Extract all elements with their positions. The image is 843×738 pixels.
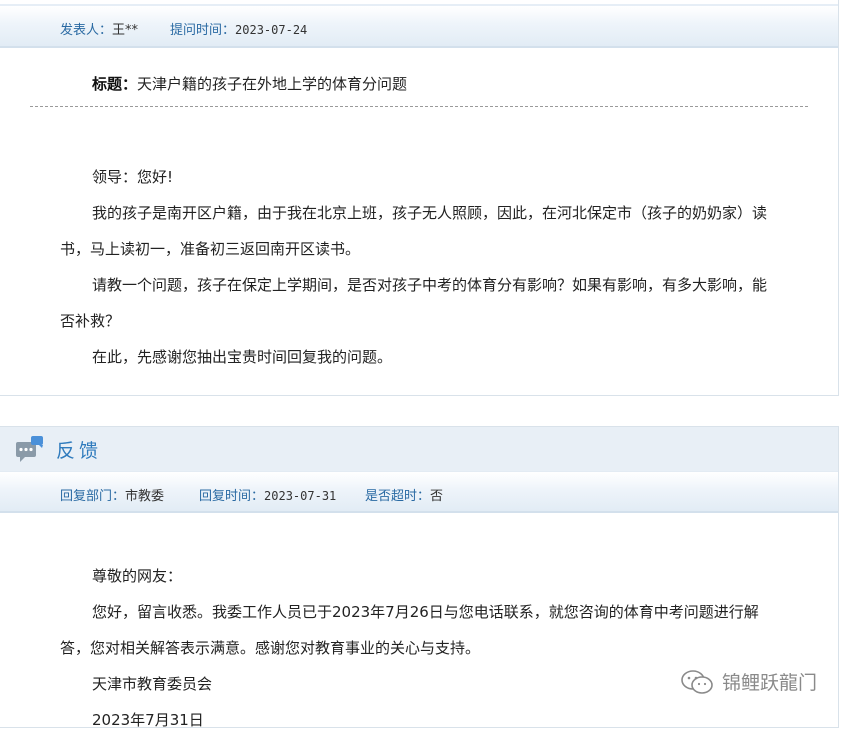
question-paragraph: 我的孩子是南开区户籍，由于我在北京上班，孩子无人照顾，因此，在河北保定市（孩子的… (60, 204, 768, 258)
feedback-meta-bar: 回复部门：市教委 回复时间：2023-07-31 是否超时：否 (0, 471, 838, 513)
overdue-value: 否 (430, 489, 444, 504)
dept-label: 回复部门： (60, 489, 126, 504)
feedback-header: 反馈 (0, 427, 838, 471)
poster-value: 王** (112, 23, 139, 38)
wechat-icon (681, 669, 713, 694)
title-divider (30, 106, 808, 107)
title-value: 天津户籍的孩子在外地上学的体育分问题 (137, 75, 408, 93)
question-time-value: 2023-07-24 (235, 23, 308, 37)
watermark-text: 锦鲤跃龍门 (721, 672, 817, 694)
feedback-paragraph: 您好，留言收悉。我委工作人员已于2023年7月26日与您电话联系，就您咨询的体育… (60, 603, 759, 657)
question-time-label: 提问时间： (170, 23, 236, 38)
chat-bubble-icon (16, 436, 43, 462)
poster-field: 发表人：王** (60, 19, 138, 38)
reply-time-value: 2023-07-31 (264, 489, 337, 503)
feedback-body: 尊敬的网友： 您好，留言收悉。我委工作人员已于2023年7月26日与您电话联系，… (60, 558, 780, 738)
question-paragraph: 领导：您好! (92, 168, 174, 186)
question-title: 标题：天津户籍的孩子在外地上学的体育分问题 (92, 73, 407, 94)
question-paragraph: 在此，先感谢您抽出宝贵时间回复我的问题。 (92, 348, 393, 366)
feedback-title: 反馈 (56, 440, 103, 462)
poster-label: 发表人： (60, 23, 113, 38)
dept-field: 回复部门：市教委 (60, 485, 164, 504)
feedback-paragraph: 尊敬的网友： (92, 567, 183, 585)
reply-time-field: 回复时间：2023-07-31 (199, 485, 336, 504)
feedback-paragraph: 天津市教育委员会 (92, 675, 213, 693)
question-paragraph: 请教一个问题，孩子在保定上学期间，是否对孩子中考的体育分有影响？如果有影响，有多… (60, 276, 768, 330)
reply-time-label: 回复时间： (199, 489, 265, 504)
dept-value: 市教委 (125, 489, 165, 504)
question-meta-bar: 发表人：王** 提问时间：2023-07-24 (0, 4, 838, 48)
question-body: 领导：您好! 我的孩子是南开区户籍，由于我在北京上班，孩子无人照顾，因此，在河北… (60, 159, 780, 375)
watermark: 锦鲤跃龍门 (680, 668, 817, 695)
feedback-paragraph: 2023年7月31日 (92, 711, 204, 729)
overdue-label: 是否超时： (365, 489, 431, 504)
question-panel: 发表人：王** 提问时间：2023-07-24 标题：天津户籍的孩子在外地上学的… (0, 0, 839, 396)
title-label: 标题： (92, 75, 138, 93)
question-time-field: 提问时间：2023-07-24 (170, 19, 307, 38)
overdue-field: 是否超时：否 (365, 485, 443, 504)
